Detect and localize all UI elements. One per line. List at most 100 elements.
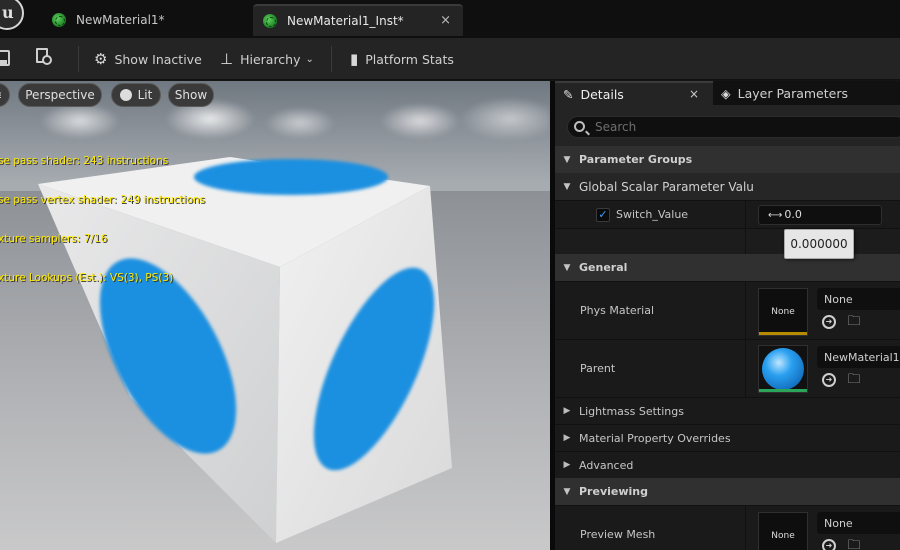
thumbnail-text: None [771,531,795,541]
nodes-icon: ⚙ [94,50,108,68]
chevron-right-icon: ▶ [563,433,571,443]
category-label: Previewing [579,485,648,498]
category-parameter-groups[interactable]: ▼ Parameter Groups [555,146,900,173]
top-circle [194,159,388,195]
parent-dropdown[interactable]: NewMaterial1 [817,346,900,368]
parent-value: NewMaterial1 [824,350,900,364]
search-icon [574,121,585,132]
lit-label: Lit [137,88,153,102]
chevron-down-icon: ▼ [563,154,571,165]
toolbar: ⚙ Show Inactive ⊥ Hierarchy ⌄ ▮ Platform… [0,38,900,80]
switch-value-checkbox[interactable]: ✓ [596,208,610,222]
preview-viewport[interactable]: ≡ Perspective Lit Show se pass shader: 2… [0,81,550,550]
drag-arrows-icon: ⟷ [768,210,783,221]
chevron-down-icon: ⌄ [305,53,314,65]
preview-mesh-label: Preview Mesh [580,528,656,541]
layers-icon: ◈ [721,85,731,101]
preview-mesh-row: Preview Mesh None None ➜ 🗀 [555,505,900,550]
phys-material-dropdown[interactable]: None [817,288,900,310]
asset-type-bar [759,332,807,335]
parent-row: Parent NewMaterial1 ➜ 🗀 [555,339,900,397]
use-selected-arrow-icon[interactable]: ➜ [822,539,836,550]
chevron-down-icon: ▼ [563,486,571,497]
tab-newmaterial1[interactable]: NewMaterial1* [40,4,252,36]
category-label: Parameter Groups [579,153,693,166]
switch-value-text: 0.0 [784,208,802,221]
tab-details[interactable]: ✎ Details × [555,81,713,105]
show-button[interactable]: Show [168,83,214,107]
platform-stats-button[interactable]: ▮ Platform Stats [350,45,454,73]
show-inactive-label: Show Inactive [114,51,202,67]
preview-mesh-thumbnail[interactable]: None [758,512,808,550]
preview-mesh-dropdown[interactable]: None [817,512,900,534]
category-label: General [579,261,628,274]
value-tooltip: 0.000000 [784,229,854,259]
chevron-down-icon: ▼ [563,262,571,273]
unreal-logo-icon[interactable]: u [0,0,24,30]
tab-label: NewMaterial1* [76,13,165,27]
category-label: Lightmass Settings [579,404,684,418]
hierarchy-icon: ⊥ [220,50,234,68]
hierarchy-label: Hierarchy [240,51,301,67]
phys-material-thumbnail[interactable]: None [758,288,808,336]
layer-parameters-tab-label: Layer Parameters [737,85,848,101]
toolbar-divider [331,46,332,72]
switch-value-field[interactable]: ⟷ 0.0 [758,205,882,225]
category-label: Advanced [579,458,634,472]
chevron-right-icon: ▶ [563,406,571,416]
platform-stats-label: Platform Stats [365,51,454,67]
hierarchy-button[interactable]: ⊥ Hierarchy ⌄ [220,45,314,73]
browse-folder-icon[interactable]: 🗀 [846,372,862,388]
stat-line: se pass shader: 243 instructions [0,155,169,167]
stat-line: se pass vertex shader: 249 instructions [0,194,206,206]
category-label: Material Property Overrides [579,431,731,445]
pencil-icon: ✎ [563,86,574,102]
phys-material-value: None [824,292,853,306]
column-divider [745,229,746,254]
save-icon[interactable] [0,50,10,66]
column-divider [745,201,746,228]
close-icon[interactable]: × [689,87,699,101]
use-selected-arrow-icon[interactable]: ➜ [822,373,836,387]
title-bar: u NewMaterial1* NewMaterial1_Inst* × [0,0,900,38]
details-tab-label: Details [580,86,624,102]
preview-mesh-value: None [824,516,853,530]
column-divider [745,340,746,397]
switch-value-label: Switch_Value [616,208,689,221]
perspective-button[interactable]: Perspective [18,83,102,107]
close-icon[interactable]: × [440,13,451,28]
material-sphere-preview [762,348,804,390]
platform-stats-icon: ▮ [350,50,359,68]
column-divider [745,282,746,339]
material-instance-icon [263,14,277,28]
category-global-scalar[interactable]: ▼ Global Scalar Parameter Valu [555,173,900,200]
shader-stats: se pass shader: 243 instructions se pass… [0,129,205,311]
use-selected-arrow-icon[interactable]: ➜ [822,315,836,329]
column-divider [745,506,746,550]
show-inactive-button[interactable]: ⚙ Show Inactive [94,45,202,73]
browse-folder-icon[interactable]: 🗀 [846,314,862,330]
browse-to-asset-icon[interactable] [36,48,54,66]
browse-folder-icon[interactable]: 🗀 [846,538,862,550]
stat-line: xture samplers: 7/16 [0,233,108,245]
lit-sphere-icon [119,89,132,101]
toolbar-divider [78,46,79,72]
tab-layer-parameters[interactable]: ◈ Layer Parameters [717,81,900,105]
thumbnail-text: None [771,307,795,317]
chevron-right-icon: ▶ [563,460,571,470]
search-placeholder: Search [595,120,637,134]
category-advanced[interactable]: ▶ Advanced [555,451,900,478]
material-icon [52,13,66,27]
category-previewing[interactable]: ▼ Previewing [555,478,900,505]
parent-thumbnail[interactable] [758,345,808,393]
phys-material-label: Phys Material [580,304,655,317]
search-input[interactable]: Search [567,116,900,138]
parent-label: Parent [580,362,616,375]
tab-newmaterial1-inst[interactable]: NewMaterial1_Inst* × [253,4,463,36]
stat-line: xture Lookups (Est.): VS(3), PS(3) [0,272,174,284]
category-lightmass-settings[interactable]: ▶ Lightmass Settings [555,397,900,424]
phys-material-row: Phys Material None None ➜ 🗀 [555,281,900,339]
switch-value-row: ✓ Switch_Value ⟷ 0.0 [555,200,900,228]
lit-button[interactable]: Lit [111,83,161,107]
category-material-property-overrides[interactable]: ▶ Material Property Overrides [555,424,900,451]
